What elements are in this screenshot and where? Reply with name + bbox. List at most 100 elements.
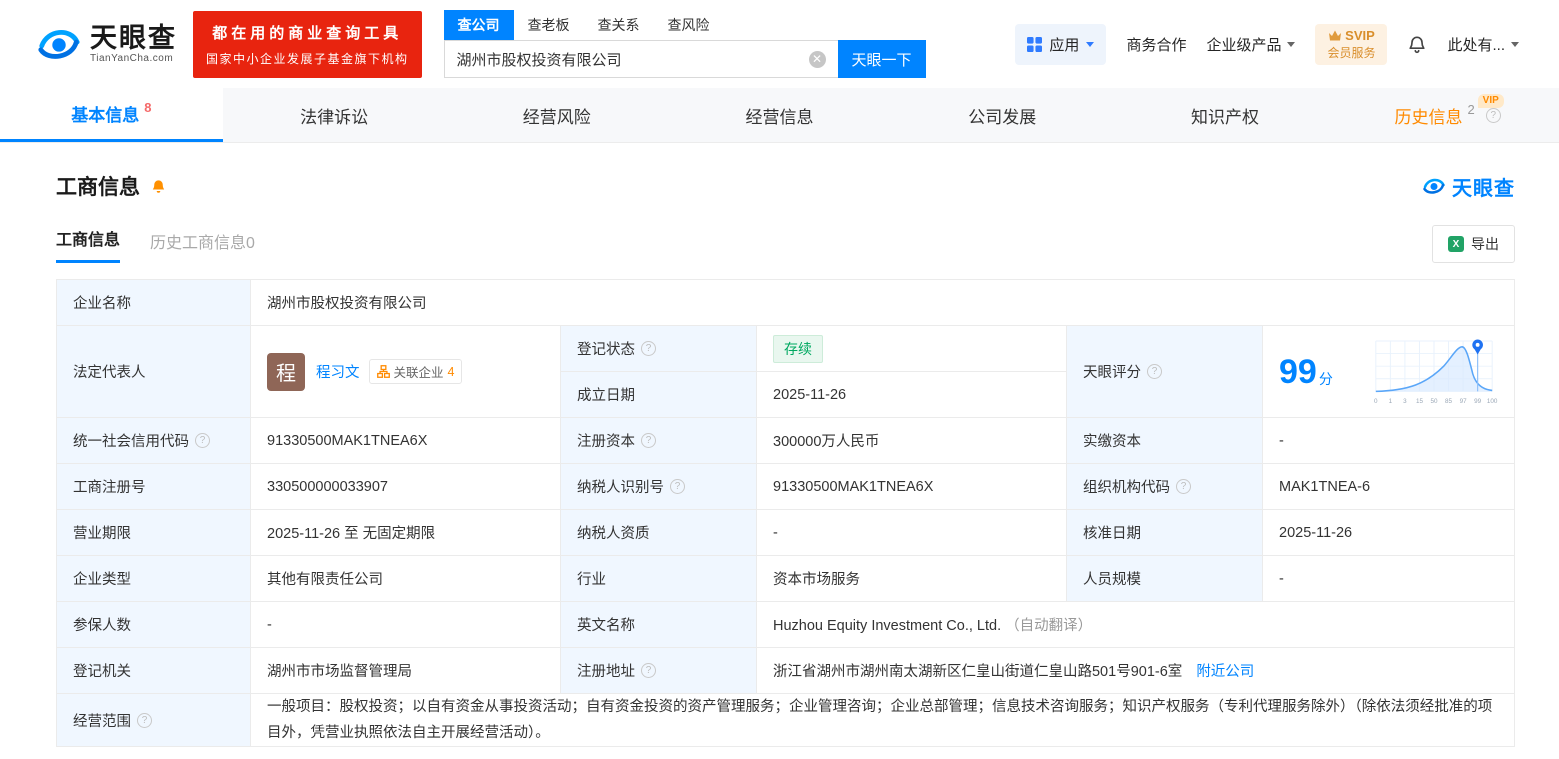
company-nav-tabs: 基本信息 8 法律诉讼 经营风险 经营信息 公司发展 知识产权 VIP 历史信息… <box>0 88 1559 143</box>
watermark-text: 天眼查 <box>1452 177 1515 200</box>
english-name-label: 英文名称 <box>560 601 757 648</box>
company-type-label: 企业类型 <box>56 555 251 602</box>
svg-text:15: 15 <box>1416 398 1424 405</box>
chevron-down-icon <box>1511 41 1519 47</box>
bell-icon <box>1409 36 1425 54</box>
help-icon[interactable]: ? <box>670 479 685 494</box>
table-row: 参保人数 - 英文名称 Huzhou Equity Investment Co.… <box>56 601 1515 648</box>
tab-label: 法律诉讼 <box>300 107 369 127</box>
table-row: 登记机关 湖州市市场监督管理局 注册地址 ? 浙江省湖州市湖州南太湖新区仁皇山街… <box>56 647 1515 694</box>
section-header: 工商信息 天眼查 <box>56 171 1515 201</box>
tab-count: 8 <box>144 100 152 115</box>
help-icon[interactable]: ? <box>1485 107 1501 123</box>
clear-search-icon[interactable]: ✕ <box>808 51 826 68</box>
svg-text:97: 97 <box>1460 398 1468 405</box>
tianyancha-logo[interactable]: 天眼查 TianYanCha.com <box>36 21 177 67</box>
search-area: 查公司 查老板 查关系 查风险 ✕ 天眼一下 <box>443 10 926 78</box>
search-tab-boss[interactable]: 查老板 <box>514 10 584 40</box>
svg-text:99: 99 <box>1474 398 1482 405</box>
apps-button[interactable]: 应用 <box>1015 23 1107 65</box>
help-icon[interactable]: ? <box>641 341 656 356</box>
industry-label: 行业 <box>560 555 757 602</box>
help-icon[interactable]: ? <box>1147 364 1162 379</box>
logo-en: TianYanCha.com <box>90 53 174 65</box>
chevron-down-icon <box>1086 41 1095 47</box>
svip-member-button[interactable]: SVIP 会员服务 <box>1315 23 1388 65</box>
avatar[interactable]: 程 <box>267 352 305 391</box>
nearby-companies-link[interactable]: 附近公司 <box>1196 664 1254 680</box>
notifications-button[interactable] <box>1407 33 1427 55</box>
logo-text: 天眼查 TianYanCha.com <box>90 23 177 65</box>
apps-label: 应用 <box>1049 36 1080 54</box>
bell-icon <box>152 180 165 193</box>
help-icon[interactable]: ? <box>641 433 656 448</box>
related-companies-badge[interactable]: 关联企业 4 <box>368 359 463 384</box>
tab-intellectual-property[interactable]: 知识产权 <box>1114 88 1337 142</box>
user-menu-dropdown[interactable]: 此处有... <box>1447 34 1519 55</box>
svg-text:3: 3 <box>1403 398 1407 405</box>
table-row: 营业期限 2025-11-26 至 无固定期限 纳税人资质 - 核准日期 202… <box>56 509 1515 556</box>
search-tab-risk[interactable]: 查风险 <box>654 10 724 40</box>
subscribe-bell-icon[interactable] <box>150 177 167 195</box>
table-row: 工商注册号 330500000033907 纳税人识别号 ? 91330500M… <box>56 463 1515 510</box>
table-row: 企业名称 湖州市股权投资有限公司 <box>56 279 1515 326</box>
search-tab-company[interactable]: 查公司 <box>443 10 514 40</box>
score-label-cell: 天眼评分 ? <box>1066 325 1263 418</box>
enterprise-products-dropdown[interactable]: 企业级产品 <box>1206 34 1296 55</box>
staff-size-label: 人员规模 <box>1066 555 1263 602</box>
chevron-down-icon <box>1287 41 1296 47</box>
table-row: 经营范围 ? 一般项目：股权投资；以自有资金从事投资活动；自有资金投资的资产管理… <box>56 693 1515 747</box>
svg-text:1: 1 <box>1389 398 1393 405</box>
export-label: 导出 <box>1471 236 1499 252</box>
svg-text:100: 100 <box>1487 398 1498 405</box>
promo-line1: 都在用的商业查询工具 <box>212 24 403 42</box>
tab-operational-risk[interactable]: 经营风险 <box>445 88 668 142</box>
company-type-value: 其他有限责任公司 <box>250 555 561 602</box>
score-distribution-chart: 0 1 3 15 50 85 97 99 100 <box>1374 339 1498 405</box>
promo-line2: 国家中小企业发展子基金旗下机构 <box>206 51 409 66</box>
reg-number-value: 330500000033907 <box>250 463 561 510</box>
user-menu-label: 此处有... <box>1447 36 1505 54</box>
tab-legal-proceedings[interactable]: 法律诉讼 <box>223 88 446 142</box>
tab-label: 知识产权 <box>1190 107 1259 127</box>
tab-business-info[interactable]: 经营信息 <box>668 88 891 142</box>
reg-status-label-cell: 登记状态 ? <box>560 325 757 372</box>
search-input[interactable] <box>443 40 838 78</box>
export-button[interactable]: X 导出 <box>1432 225 1515 263</box>
business-scope-label-cell: 经营范围 ? <box>56 693 251 747</box>
taxpayer-id-value: 91330500MAK1TNEA6X <box>756 463 1067 510</box>
tab-company-development[interactable]: 公司发展 <box>891 88 1114 142</box>
table-row: 法定代表人 程 程习文 关联企业 4 登记状态 ? 存续 天眼评分 ? 99 分… <box>56 325 1515 418</box>
score-pin-icon <box>1472 339 1483 355</box>
legal-rep-link[interactable]: 程习文 <box>316 361 360 382</box>
svg-text:0: 0 <box>1374 398 1378 405</box>
reg-status-cell: 存续 <box>756 325 1067 372</box>
business-cooperation-link[interactable]: 商务合作 <box>1126 34 1186 55</box>
staff-size-value: - <box>1262 555 1515 602</box>
subtab-current-info[interactable]: 工商信息 <box>56 226 121 263</box>
svg-text:85: 85 <box>1445 398 1453 405</box>
help-icon[interactable]: ? <box>1176 479 1191 494</box>
search-tab-relation[interactable]: 查关系 <box>584 10 654 40</box>
enterprise-products-label: 企业级产品 <box>1206 36 1282 54</box>
reg-address-value: 浙江省湖州市湖州南太湖新区仁皇山街道仁皇山路501号901-6室 <box>773 664 1183 680</box>
help-icon[interactable]: ? <box>137 712 152 728</box>
establish-date-value: 2025-11-26 <box>756 371 1067 418</box>
subtab-history-info[interactable]: 历史工商信息0 <box>150 229 255 263</box>
taxpayer-id-label-cell: 纳税人识别号 ? <box>560 463 757 510</box>
approval-date-value: 2025-11-26 <box>1262 509 1515 556</box>
industry-value: 资本市场服务 <box>756 555 1067 602</box>
top-header: 天眼查 TianYanCha.com 都在用的商业查询工具 国家中小企业发展子基… <box>0 0 1559 88</box>
subtab-row: 工商信息 历史工商信息0 X 导出 <box>56 225 1515 263</box>
taxpayer-quality-value: - <box>756 509 1067 556</box>
tab-basic-info[interactable]: 基本信息 8 <box>0 88 223 142</box>
english-name-cell: Huzhou Equity Investment Co., Ltd. （自动翻译… <box>756 601 1515 648</box>
help-icon[interactable]: ? <box>641 663 656 678</box>
tab-label: 历史信息 <box>1394 107 1463 127</box>
search-button[interactable]: 天眼一下 <box>837 40 926 78</box>
tianyancha-watermark: 天眼查 <box>1422 172 1515 201</box>
help-icon[interactable]: ? <box>195 433 210 448</box>
org-code-label-cell: 组织机构代码 ? <box>1066 463 1263 510</box>
tab-history-info[interactable]: VIP 历史信息 2 ? <box>1336 88 1559 142</box>
promo-banner: 都在用的商业查询工具 国家中小企业发展子基金旗下机构 <box>193 10 422 78</box>
